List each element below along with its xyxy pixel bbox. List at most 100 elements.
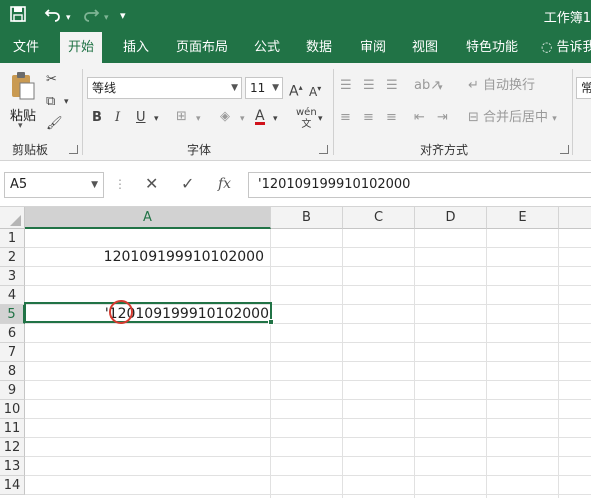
align-center-icon[interactable]: ≡	[363, 109, 374, 127]
phonetic-icon[interactable]: wén 文	[296, 107, 317, 131]
enter-icon[interactable]: ✓	[181, 174, 194, 194]
column-gridline	[342, 229, 343, 498]
formula-input[interactable]: '120109199910102000	[248, 172, 591, 198]
row-header-11[interactable]: 11	[0, 419, 25, 438]
italic-icon[interactable]: I	[115, 109, 120, 127]
name-box-value: A5	[10, 177, 28, 192]
phonetic-dropdown-icon[interactable]: ▾	[318, 110, 323, 128]
redo-icon[interactable]	[82, 6, 100, 27]
fill-color-icon[interactable]: ◈	[220, 108, 230, 126]
column-gridline	[270, 229, 271, 498]
paste-button[interactable]: 粘贴 ▾	[6, 69, 40, 133]
underline-icon[interactable]: U	[136, 109, 146, 127]
row-header-13[interactable]: 13	[0, 457, 25, 476]
row-gridline	[25, 380, 591, 381]
row-header-2[interactable]: 2	[0, 248, 25, 267]
row-header-14[interactable]: 14	[0, 476, 25, 495]
redo-dropdown-icon[interactable]: ▾	[104, 8, 109, 28]
tab-insert[interactable]: 插入	[115, 32, 157, 63]
tab-review[interactable]: 审阅	[352, 32, 394, 63]
fill-dropdown-icon[interactable]: ▾	[240, 110, 245, 128]
wrap-text-button[interactable]: ↵ 自动换行	[468, 77, 535, 95]
row-header-7[interactable]: 7	[0, 343, 25, 362]
row-header-3[interactable]: 3	[0, 267, 25, 286]
increase-indent-icon[interactable]: ⇥	[437, 109, 448, 127]
underline-dropdown-icon[interactable]: ▾	[154, 110, 159, 128]
paste-label: 粘贴	[10, 109, 37, 124]
format-painter-icon[interactable]: 🖌	[46, 115, 63, 133]
column-header-f[interactable]	[559, 207, 591, 229]
merge-center-button[interactable]: ⊟ 合并后居中 ▾	[468, 109, 557, 128]
bold-icon[interactable]: B	[92, 109, 102, 127]
customize-qat-icon[interactable]: ▾	[120, 6, 126, 26]
row-header-9[interactable]: 9	[0, 381, 25, 400]
column-gridline	[486, 229, 487, 498]
fill-handle[interactable]	[268, 319, 274, 325]
column-header-e[interactable]: E	[487, 207, 559, 229]
active-cell-border	[24, 302, 272, 323]
number-format-select[interactable]: 常	[576, 77, 591, 99]
font-name-select[interactable]: 等线 ▼	[87, 77, 242, 99]
tab-data[interactable]: 数据	[298, 32, 340, 63]
align-top-icon[interactable]: ☰	[340, 77, 352, 95]
group-divider	[82, 69, 83, 155]
border-icon[interactable]: ⊞	[176, 108, 187, 126]
font-launcher-icon[interactable]	[319, 145, 328, 154]
font-color-dropdown-icon[interactable]: ▾	[273, 110, 278, 128]
column-header-a[interactable]: A	[25, 207, 271, 229]
column-header-b[interactable]: B	[271, 207, 343, 229]
align-bottom-icon[interactable]: ☰	[386, 77, 398, 95]
copy-dropdown-icon[interactable]: ▾	[64, 93, 69, 111]
tab-home[interactable]: 开始	[60, 32, 103, 63]
cancel-icon[interactable]: ✕	[145, 174, 158, 194]
column-header-c[interactable]: C	[343, 207, 415, 229]
cell-a2[interactable]: 120109199910102000	[104, 248, 264, 267]
annotation-circle	[109, 300, 133, 324]
orientation-dropdown-icon[interactable]: ▾	[438, 79, 443, 97]
tab-tell-me[interactable]: ◌ 告诉我	[533, 32, 591, 63]
align-left-icon[interactable]: ≡	[340, 109, 351, 127]
tab-special-features[interactable]: 特色功能	[458, 32, 526, 63]
tab-view[interactable]: 视图	[404, 32, 446, 63]
row-header-6[interactable]: 6	[0, 324, 25, 343]
formula-bar: A5 ▼ ⋮ ✕ ✓ fx '120109199910102000	[0, 161, 591, 207]
row-gridline	[25, 475, 591, 476]
alignment-launcher-icon[interactable]	[560, 145, 569, 154]
border-dropdown-icon[interactable]: ▾	[196, 110, 201, 128]
row-header-5[interactable]: 5	[0, 305, 25, 324]
increase-font-icon[interactable]: A▴	[289, 79, 303, 101]
paste-dropdown-icon: ▾	[18, 121, 23, 131]
save-icon[interactable]	[10, 6, 26, 27]
decrease-font-icon[interactable]: A▾	[309, 80, 321, 101]
column-header-d[interactable]: D	[415, 207, 487, 229]
insert-function-icon[interactable]: fx	[218, 174, 231, 194]
tab-file[interactable]: 文件	[5, 32, 47, 63]
row-header-10[interactable]: 10	[0, 400, 25, 419]
group-divider	[572, 69, 573, 155]
clipboard-launcher-icon[interactable]	[69, 145, 78, 154]
align-right-icon[interactable]: ≡	[386, 109, 397, 127]
font-size-value: 11	[250, 81, 266, 95]
select-all-corner[interactable]	[0, 207, 25, 229]
cut-icon[interactable]: ✂	[46, 71, 57, 89]
excel-window: ▾ ▾ ▾ 工作簿1 文件 开始 插入 页面布局 公式 数据 审阅 视图 特色功…	[0, 0, 591, 498]
row-header-1[interactable]: 1	[0, 229, 25, 248]
tab-page-layout[interactable]: 页面布局	[168, 32, 236, 63]
undo-dropdown-icon[interactable]: ▾	[66, 8, 71, 28]
paste-icon	[10, 71, 36, 104]
name-box[interactable]: A5 ▼	[4, 172, 104, 198]
undo-icon[interactable]	[44, 6, 62, 27]
row-header-8[interactable]: 8	[0, 362, 25, 381]
ribbon-home: 粘贴 ▾ ✂ ⧉ ▾ 🖌 剪贴板 等线 ▼ 11 ▼ A▴ A▾ B I U ▾…	[0, 63, 591, 161]
row-header-4[interactable]: 4	[0, 286, 25, 305]
row-header-12[interactable]: 12	[0, 438, 25, 457]
align-middle-icon[interactable]: ☰	[363, 77, 375, 95]
font-color-icon[interactable]: A	[255, 107, 265, 125]
decrease-indent-icon[interactable]: ⇤	[414, 109, 425, 127]
tab-formulas[interactable]: 公式	[246, 32, 288, 63]
number-format-value: 常	[581, 81, 591, 95]
font-size-select[interactable]: 11 ▼	[245, 77, 283, 99]
window-title: 工作簿1	[543, 11, 591, 26]
worksheet-grid[interactable]: A B C D E 1 2 3 4 5 6 7 8 9 10 11 12 13 14 1201091999…	[0, 207, 591, 498]
copy-icon[interactable]: ⧉	[46, 93, 55, 111]
